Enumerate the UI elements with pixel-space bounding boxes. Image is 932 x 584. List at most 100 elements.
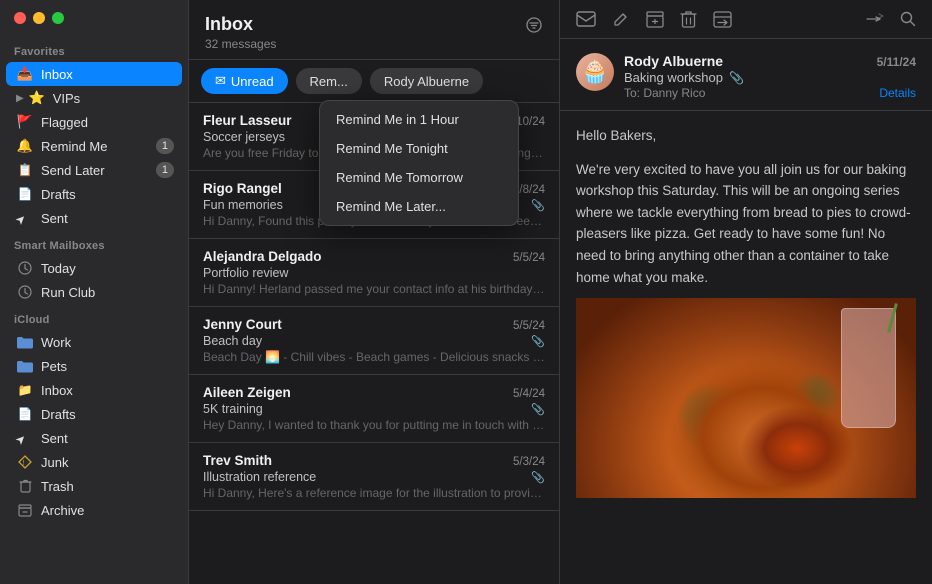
sidebar-item-label: Today	[41, 261, 174, 276]
table-row[interactable]: Aileen Zeigen 5/4/24 5K training 📎 Hey D…	[189, 375, 559, 443]
sender-name: Rody Albuerne	[624, 53, 723, 69]
message-subject: 5K training 📎	[203, 402, 545, 416]
message-date: 5/3/24	[513, 456, 545, 468]
message-preview: Hi Danny! Herland passed me your contact…	[203, 282, 545, 296]
message-preview: Hey Danny, I wanted to thank you for put…	[203, 418, 545, 432]
fullscreen-button[interactable]	[52, 12, 64, 24]
remind-1hour[interactable]: Remind Me in 1 Hour	[320, 105, 518, 134]
sidebar-item-label: Drafts	[41, 187, 174, 202]
attachment-indicator: 📎	[729, 71, 744, 85]
remind-me-dropdown: Remind Me in 1 Hour Remind Me Tonight Re…	[319, 100, 519, 226]
table-row[interactable]: Jenny Court 5/5/24 Beach day 📎 Beach Day…	[189, 307, 559, 375]
remind-me-badge: 1	[156, 138, 174, 154]
remind-later[interactable]: Remind Me Later...	[320, 192, 518, 221]
remind-tonight[interactable]: Remind Me Tonight	[320, 134, 518, 163]
filter-icon[interactable]	[525, 16, 543, 39]
chevron-icon: ▶	[16, 93, 24, 104]
sidebar-item-label: Archive	[41, 503, 174, 518]
inbox-icon: 📥	[16, 65, 34, 83]
unread-filter-button[interactable]: ✉ Unread	[201, 68, 288, 94]
traffic-lights	[0, 12, 188, 36]
svg-text:!: !	[23, 460, 25, 467]
folder-icon	[16, 333, 34, 351]
email-body: Hello Bakers, We're very excited to have…	[560, 111, 932, 584]
sidebar-item-pets[interactable]: Pets	[6, 354, 182, 378]
trash-toolbar-icon[interactable]	[680, 10, 697, 28]
favorites-section-label: Favorites	[0, 36, 188, 62]
sidebar-item-inbox[interactable]: 📥 Inbox	[6, 62, 182, 86]
close-button[interactable]	[14, 12, 26, 24]
sidebar-item-trash[interactable]: Trash	[6, 474, 182, 498]
icloud-inbox-icon: 📁	[16, 381, 34, 399]
send-later-icon: 📋	[16, 161, 34, 179]
message-list: Inbox 32 messages ✉ Unread Rem... Rody A…	[188, 0, 560, 584]
compose-toolbar-icon[interactable]	[612, 10, 630, 28]
move-toolbar-icon[interactable]	[713, 11, 732, 28]
remind-tomorrow[interactable]: Remind Me Tomorrow	[320, 163, 518, 192]
message-header: Jenny Court 5/5/24	[203, 317, 545, 332]
filter-buttons-row: ✉ Unread Rem... Rody Albuerne	[189, 60, 559, 103]
sidebar-item-drafts[interactable]: 📄 Drafts	[6, 182, 182, 206]
message-sender: Alejandra Delgado	[203, 249, 322, 264]
sidebar-item-label: Run Club	[41, 285, 174, 300]
table-row[interactable]: Trev Smith 5/3/24 Illustration reference…	[189, 443, 559, 511]
message-header: Trev Smith 5/3/24	[203, 453, 545, 468]
run-club-icon	[16, 283, 34, 301]
send-later-badge: 1	[156, 162, 174, 178]
sidebar-item-sent[interactable]: ➤ Sent	[6, 206, 182, 230]
sent-icon: ➤	[12, 205, 37, 230]
message-sender: Trev Smith	[203, 453, 272, 468]
sidebar-item-vips[interactable]: ▶ ⭐ VIPs	[6, 86, 182, 110]
header-text: Inbox 32 messages	[205, 14, 276, 51]
drafts-icon: 📄	[16, 185, 34, 203]
mail-toolbar-icon[interactable]	[576, 11, 596, 27]
message-preview: Beach Day 🌅 - Chill vibes - Beach games …	[203, 350, 545, 364]
sidebar-item-icloud-drafts[interactable]: 📄 Drafts	[6, 402, 182, 426]
sidebar-item-label: Sent	[41, 211, 174, 226]
minimize-button[interactable]	[33, 12, 45, 24]
message-date: 5/5/24	[513, 252, 545, 264]
detail-panel: 🧁 Rody Albuerne 5/11/24 Baking workshop …	[560, 0, 932, 584]
sidebar-item-icloud-sent[interactable]: ➤ Sent	[6, 426, 182, 450]
sidebar-item-flagged[interactable]: 🚩 Flagged	[6, 110, 182, 134]
sidebar-item-work[interactable]: Work	[6, 330, 182, 354]
email-date: 5/11/24	[877, 55, 916, 69]
smart-mailboxes-label: Smart Mailboxes	[0, 230, 188, 256]
sidebar-item-remind-me[interactable]: 🔔 Remind Me 1	[6, 134, 182, 158]
attachment-icon: 📎	[531, 471, 545, 484]
unread-filter-icon: ✉	[215, 73, 226, 89]
sidebar-item-icloud-inbox[interactable]: 📁 Inbox	[6, 378, 182, 402]
table-row[interactable]: Alejandra Delgado 5/5/24 Portfolio revie…	[189, 239, 559, 307]
body-greeting: Hello Bakers,	[576, 125, 916, 147]
sidebar-item-junk[interactable]: ! Junk	[6, 450, 182, 474]
details-link[interactable]: Details	[879, 86, 916, 100]
more-toolbar-icon[interactable]	[866, 12, 884, 26]
sidebar-item-label: Flagged	[41, 115, 174, 130]
bell-icon: 🔔	[16, 137, 34, 155]
message-sender: Aileen Zeigen	[203, 385, 291, 400]
message-count: 32 messages	[205, 37, 276, 51]
archive-toolbar-icon[interactable]	[646, 11, 664, 28]
email-header: 🧁 Rody Albuerne 5/11/24 Baking workshop …	[560, 39, 932, 111]
reminders-filter-button[interactable]: Rem...	[296, 68, 362, 94]
message-date: 5/4/24	[513, 388, 545, 400]
rody-filter-label: Rody Albuerne	[384, 74, 469, 89]
icloud-drafts-icon: 📄	[16, 405, 34, 423]
search-toolbar-icon[interactable]	[900, 11, 916, 27]
message-header: Aileen Zeigen 5/4/24	[203, 385, 545, 400]
sidebar: Favorites 📥 Inbox ▶ ⭐ VIPs 🚩 Flagged 🔔 R…	[0, 0, 188, 584]
sidebar-item-archive[interactable]: Archive	[6, 498, 182, 522]
sidebar-item-label: Drafts	[41, 407, 174, 422]
sidebar-item-run-club[interactable]: Run Club	[6, 280, 182, 304]
email-subject-line: Baking workshop 📎	[624, 70, 916, 85]
attachment-icon: 📎	[531, 199, 545, 212]
body-content: We're very excited to have you all join …	[576, 159, 916, 289]
message-subject: Portfolio review	[203, 266, 545, 280]
sidebar-item-today[interactable]: Today	[6, 256, 182, 280]
sidebar-item-label: Sent	[41, 431, 174, 446]
flag-icon: 🚩	[16, 113, 34, 131]
sidebar-item-send-later[interactable]: 📋 Send Later 1	[6, 158, 182, 182]
message-preview: Hi Danny, Here's a reference image for t…	[203, 486, 545, 500]
trash-icon	[16, 477, 34, 495]
rody-filter-button[interactable]: Rody Albuerne	[370, 68, 483, 94]
